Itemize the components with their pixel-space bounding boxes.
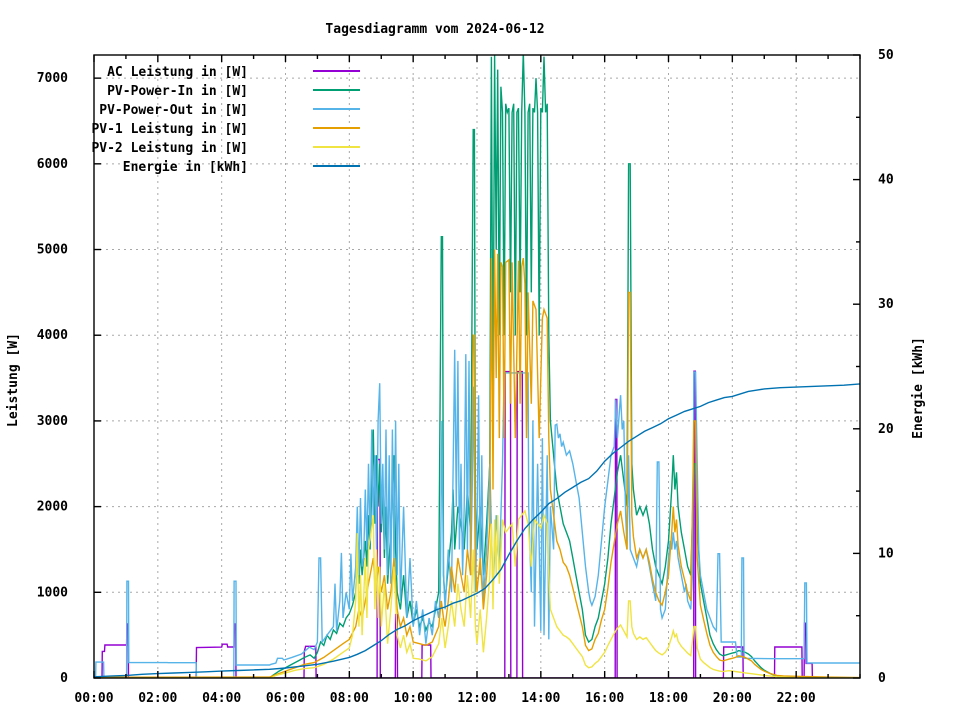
legend-item-pv-2-leistung: PV-2 Leistung in [W] bbox=[91, 141, 360, 156]
y-right-tick-label: 30 bbox=[878, 297, 894, 312]
x-tick-label: 04:00 bbox=[202, 691, 241, 706]
y-right-tick-label: 0 bbox=[878, 671, 886, 686]
x-tick-label: 18:00 bbox=[649, 691, 688, 706]
x-tick-label: 06:00 bbox=[266, 691, 305, 706]
legend-item-energie: Energie in [kWh] bbox=[123, 160, 360, 175]
legend-item-pv-1-leistung: PV-1 Leistung in [W] bbox=[91, 122, 360, 137]
legend-label: PV-1 Leistung in [W] bbox=[91, 122, 248, 137]
legend-item-pv-power-in: PV-Power-In in [W] bbox=[107, 84, 360, 99]
legend-label: AC Leistung in [W] bbox=[107, 65, 248, 80]
x-tick-label: 00:00 bbox=[74, 691, 113, 706]
tagesdiagramm-chart-page: 00:00 02:00 04:00 06:00 08:00 10:00 12:00 14:00… bbox=[0, 0, 960, 720]
legend-label: Energie in [kWh] bbox=[123, 160, 248, 175]
legend-item-pv-power-out: PV-Power-Out in [W] bbox=[99, 103, 360, 118]
y-left-tick-label: 7000 bbox=[37, 71, 68, 86]
y-left-tick-label: 5000 bbox=[37, 243, 68, 258]
y-left-tick-label: 6000 bbox=[37, 157, 68, 172]
legend-label: PV-Power-In in [W] bbox=[107, 84, 248, 99]
y-right-tick-label: 50 bbox=[878, 48, 894, 63]
x-tick-label: 16:00 bbox=[585, 691, 624, 706]
y-left-tick-label: 3000 bbox=[37, 414, 68, 429]
x-tick-label: 10:00 bbox=[394, 691, 433, 706]
series-pv-power-out bbox=[94, 350, 860, 678]
x-tick-label: 02:00 bbox=[138, 691, 177, 706]
y-axis-label-right: Energie [kWh] bbox=[911, 337, 926, 439]
y-left-tick-label: 1000 bbox=[37, 585, 68, 600]
y-right-tick-label: 10 bbox=[878, 546, 894, 561]
x-tick-label: 14:00 bbox=[521, 691, 560, 706]
legend-label: PV-Power-Out in [W] bbox=[99, 103, 248, 118]
chart-title: Tagesdiagramm vom 2024-06-12 bbox=[325, 22, 544, 37]
x-tick-label: 12:00 bbox=[457, 691, 496, 706]
legend-label: PV-2 Leistung in [W] bbox=[91, 141, 248, 156]
x-tick-label: 20:00 bbox=[713, 691, 752, 706]
y-left-tick-label: 0 bbox=[60, 671, 68, 686]
y-right-tick-label: 20 bbox=[878, 422, 894, 437]
x-tick-label: 08:00 bbox=[330, 691, 369, 706]
y-right-tick-label: 40 bbox=[878, 173, 894, 188]
y-left-tick-label: 2000 bbox=[37, 500, 68, 515]
y-left-tick-label: 4000 bbox=[37, 328, 68, 343]
legend: AC Leistung in [W] PV-Power-In in [W] PV-P… bbox=[91, 65, 360, 175]
chart-svg: 00:00 02:00 04:00 06:00 08:00 10:00 12:00 14:00… bbox=[0, 0, 960, 720]
x-tick-label: 22:00 bbox=[777, 691, 816, 706]
y-axis-label-left: Leistung [W] bbox=[6, 333, 21, 427]
